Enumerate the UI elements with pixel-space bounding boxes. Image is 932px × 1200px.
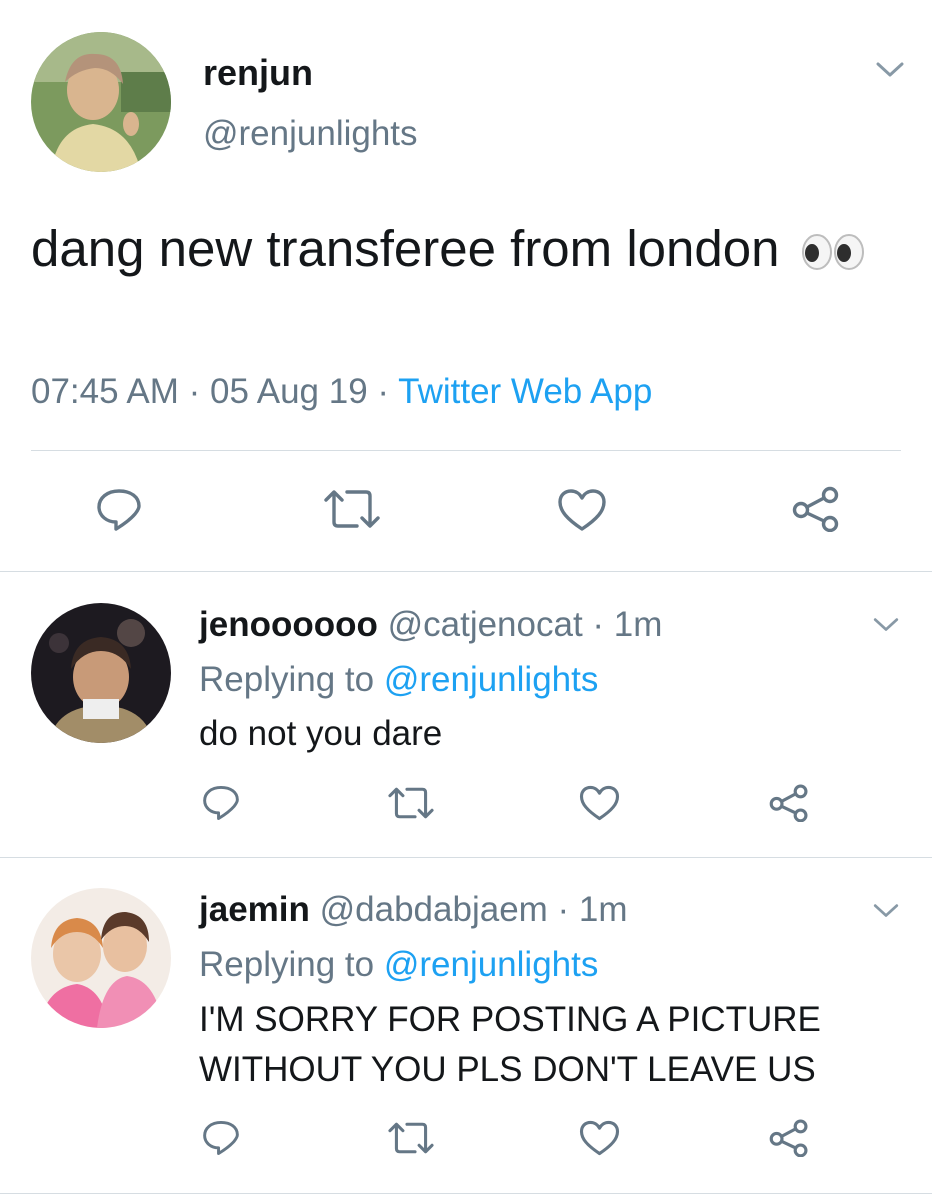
reply-icon[interactable]	[95, 488, 143, 532]
tweet-time: 07:45 AM	[31, 372, 179, 411]
tweet-text: dang new transferee from london	[31, 212, 891, 291]
retweet-icon[interactable]	[387, 1121, 435, 1155]
avatar-photo	[31, 603, 171, 743]
meta-separator: ·	[582, 605, 614, 644]
reply-header: jenoooooo @catjenocat · 1m	[199, 605, 662, 645]
reply-tweet: jenoooooo @catjenocat · 1m Replying to @…	[0, 572, 932, 858]
heart-icon[interactable]	[579, 785, 620, 821]
replying-to: Replying to @renjunlights	[199, 945, 598, 985]
display-name[interactable]: jaemin	[199, 890, 310, 929]
chevron-down-icon[interactable]	[872, 902, 900, 920]
heart-icon[interactable]	[579, 1120, 620, 1156]
reply-icon[interactable]	[201, 785, 241, 821]
heart-icon[interactable]	[557, 488, 607, 532]
share-icon[interactable]	[769, 784, 809, 822]
chevron-down-icon[interactable]	[872, 616, 900, 634]
reply-icon[interactable]	[201, 1120, 241, 1156]
replying-to-label: Replying to	[199, 945, 384, 984]
retweet-icon[interactable]	[323, 488, 381, 530]
replying-to: Replying to @renjunlights	[199, 660, 598, 700]
display-name[interactable]: renjun	[203, 52, 313, 94]
tweet-meta: 07:45 AM · 05 Aug 19 · Twitter Web App	[31, 372, 652, 412]
mention-link[interactable]: @renjunlights	[384, 660, 599, 699]
avatar[interactable]	[31, 603, 171, 743]
reply-text: I'M SORRY FOR POSTING A PICTURE WITHOUT …	[199, 1000, 821, 1089]
tweet-source-link[interactable]: Twitter Web App	[398, 372, 652, 411]
display-name[interactable]: jenoooooo	[199, 605, 378, 644]
tweet-body: dang new transferee from london	[31, 220, 780, 277]
reply-time: 1m	[613, 605, 663, 644]
avatar[interactable]	[31, 888, 171, 1028]
user-handle[interactable]: @dabdabjaem	[320, 890, 548, 929]
meta-separator: ·	[178, 372, 210, 411]
reply-tweet: jaemin @dabdabjaem · 1m Replying to @ren…	[0, 858, 932, 1194]
chevron-down-icon[interactable]	[875, 60, 905, 80]
mention-link[interactable]: @renjunlights	[384, 945, 599, 984]
retweet-icon[interactable]	[387, 786, 435, 820]
meta-separator: ·	[547, 890, 579, 929]
user-handle[interactable]: @renjunlights	[203, 114, 418, 154]
share-icon[interactable]	[769, 1119, 809, 1157]
divider	[31, 450, 901, 451]
share-icon[interactable]	[792, 486, 840, 532]
eyes-emoji-icon	[800, 218, 866, 291]
tweet-date: 05 Aug 19	[210, 372, 368, 411]
avatar-photo	[31, 32, 171, 172]
divider	[0, 1193, 932, 1194]
meta-separator: ·	[367, 372, 399, 411]
avatar[interactable]	[31, 32, 171, 172]
replying-to-label: Replying to	[199, 660, 384, 699]
avatar-photo	[31, 888, 171, 1028]
reply-time: 1m	[578, 890, 628, 929]
reply-text: do not you dare	[199, 714, 443, 753]
user-handle[interactable]: @catjenocat	[388, 605, 583, 644]
main-tweet: renjun @renjunlights dang new transferee…	[0, 0, 932, 572]
reply-header: jaemin @dabdabjaem · 1m	[199, 890, 628, 930]
